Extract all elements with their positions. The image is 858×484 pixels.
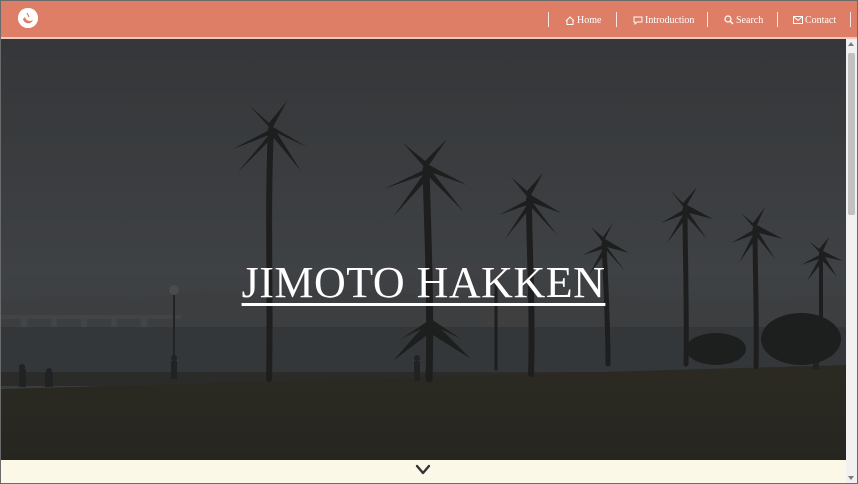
nav-separator (850, 12, 851, 27)
nav-contact-label: Contact (805, 14, 837, 26)
nav-introduction-label: Introduction (645, 14, 695, 26)
scrollbar-thumb[interactable] (848, 53, 855, 215)
nav-search-link[interactable]: Search (724, 13, 763, 27)
nav-separator (707, 12, 708, 27)
nav-separator (548, 12, 549, 27)
vertical-scrollbar[interactable] (846, 39, 857, 483)
hero-background-image (1, 39, 846, 460)
nav-separator (616, 12, 617, 27)
crescent-logo-icon[interactable] (18, 8, 38, 28)
nav-home-label: Home (577, 14, 602, 26)
hero-section: JIMOTO HAKKEN (1, 39, 846, 460)
scroll-up-arrow-icon[interactable] (848, 42, 854, 46)
scroll-down-arrow-icon[interactable] (848, 476, 854, 480)
search-icon (724, 15, 734, 25)
top-navigation-bar: Home Introduction Search Contact (1, 1, 857, 39)
nav-introduction-link[interactable]: Introduction (633, 13, 694, 27)
hero-title: JIMOTO HAKKEN (1, 257, 846, 308)
home-icon (565, 15, 575, 25)
browser-window: Home Introduction Search Contact JIMOTO … (0, 0, 858, 484)
chevron-down-icon[interactable] (415, 464, 431, 476)
chat-bubble-icon (633, 16, 643, 25)
scroll-hint-strip (1, 460, 846, 483)
envelope-icon (793, 16, 803, 24)
nav-contact-link[interactable]: Contact (793, 13, 836, 27)
nav-search-label: Search (736, 14, 764, 26)
nav-home-link[interactable]: Home (565, 13, 601, 27)
hero-title-link[interactable]: JIMOTO HAKKEN (242, 258, 606, 307)
nav-separator (777, 12, 778, 27)
